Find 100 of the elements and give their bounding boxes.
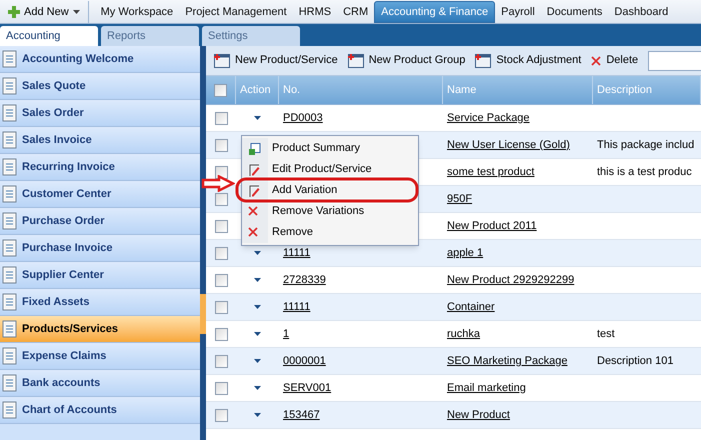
nav-tab[interactable]: CRM (337, 1, 374, 23)
row-checkbox[interactable] (214, 166, 228, 178)
delete-icon (591, 56, 602, 66)
dropdown-icon[interactable] (254, 278, 261, 282)
product-name-link[interactable]: Email marketing (447, 382, 526, 394)
product-name-link[interactable]: New User License (Gold) (447, 138, 570, 151)
product-name-link[interactable]: SEO Marketing Package (447, 354, 568, 367)
sub-tab[interactable]: Accounting (0, 26, 98, 46)
row-checkbox[interactable] (214, 328, 228, 340)
document-icon (2, 131, 18, 149)
window-icon (475, 54, 492, 68)
product-name-link[interactable]: Service Package (447, 112, 530, 124)
menu-item[interactable]: Remove (242, 222, 418, 243)
toolbar-button[interactable]: New Product/Service (214, 48, 338, 72)
delete-icon (248, 227, 258, 237)
document-icon (2, 266, 18, 284)
description-text: Description 101 (597, 354, 674, 367)
sidebar-item[interactable]: Chart of Accounts (0, 397, 200, 424)
product-number-link[interactable]: 0000001 (283, 354, 326, 367)
document-icon (2, 104, 18, 122)
document-icon (2, 239, 18, 257)
nav-tab[interactable]: Documents (540, 1, 608, 23)
description-text: This package includ (597, 138, 694, 151)
dropdown-icon[interactable] (254, 116, 261, 120)
document-icon (2, 320, 18, 338)
window-icon (348, 54, 364, 68)
add-new-button[interactable]: Add New (0, 1, 89, 23)
product-number-link[interactable]: PD0003 (283, 112, 323, 124)
document-icon (2, 185, 18, 203)
row-checkbox[interactable] (214, 274, 228, 286)
sidebar-item[interactable]: Purchase Invoice (0, 235, 200, 262)
product-name-link[interactable]: Container (447, 300, 495, 313)
product-name-link[interactable]: New Product 2929292299 (447, 274, 574, 286)
sidebar-item[interactable]: Sales Quote (0, 73, 200, 100)
nav-tab[interactable]: HRMS (292, 1, 338, 23)
nav-tab[interactable]: Project Management (179, 1, 293, 23)
row-checkbox[interactable] (214, 112, 228, 124)
product-number-link[interactable]: 1 (283, 328, 290, 340)
sidebar-item[interactable]: Expense Claims (0, 343, 200, 370)
product-name-link[interactable]: New Product (447, 408, 510, 421)
search-field[interactable] (648, 50, 701, 70)
product-name-link[interactable]: some test product (447, 166, 534, 178)
nav-tab[interactable]: Payroll (495, 1, 541, 23)
product-number-link[interactable]: 2728339 (283, 274, 326, 286)
nav-tab[interactable]: Accounting & Finance (374, 1, 496, 23)
row-checkbox[interactable] (214, 300, 228, 314)
sidebar-item[interactable]: Customer Center (0, 181, 200, 208)
sidebar-item[interactable]: Supplier Center (0, 262, 200, 289)
document-icon (2, 347, 18, 365)
dropdown-icon[interactable] (254, 251, 261, 255)
dropdown-icon[interactable] (254, 332, 261, 336)
document-icon (2, 401, 18, 419)
select-all-checkbox[interactable] (214, 84, 227, 96)
document-icon (2, 293, 18, 311)
dropdown-icon[interactable] (254, 305, 261, 309)
sidebar-item[interactable]: Purchase Order (0, 208, 200, 235)
dropdown-icon[interactable] (254, 386, 261, 390)
caret-icon (72, 10, 80, 14)
sidebar-item[interactable]: Bank accounts (0, 370, 200, 397)
product-name-link[interactable]: New Product 2011 (447, 220, 537, 232)
document-icon (2, 50, 18, 68)
document-icon (2, 158, 18, 176)
row-checkbox[interactable] (214, 382, 228, 394)
toolbar-button[interactable]: Delete (591, 48, 638, 72)
row-checkbox[interactable] (214, 192, 228, 206)
row-checkbox[interactable] (214, 138, 228, 152)
window-icon (214, 54, 230, 68)
sidebar-item[interactable]: Recurring Invoice (0, 154, 200, 181)
dropdown-icon[interactable] (254, 413, 261, 417)
sidebar-item[interactable]: Sales Invoice (0, 127, 200, 154)
sidebar-item[interactable]: Accounting Welcome (0, 46, 200, 73)
sidebar-item[interactable]: Sales Order (0, 100, 200, 127)
product-number-link[interactable]: SERV001 (283, 382, 332, 394)
nav-tab[interactable]: My Workspace (94, 1, 180, 23)
collapse-handle[interactable] (200, 294, 206, 334)
sidebar-item[interactable]: Products/Services (0, 316, 200, 343)
product-name-link[interactable]: 950F (447, 192, 472, 205)
description-text: test (597, 328, 615, 340)
delete-icon (248, 206, 258, 216)
description-text: this is a test produc (597, 166, 692, 178)
sidebar-item[interactable]: Fixed Assets (0, 289, 200, 316)
document-icon (2, 212, 18, 230)
toolbar-button[interactable]: New Product Group (348, 48, 466, 72)
row-checkbox[interactable] (214, 408, 228, 422)
sub-tab[interactable]: Reports (101, 26, 199, 46)
product-name-link[interactable]: ruchka (447, 328, 480, 340)
edit-icon (248, 185, 260, 198)
dropdown-icon[interactable] (254, 359, 261, 363)
product-number-link[interactable]: 11111 (283, 300, 310, 313)
product-number-link[interactable]: 153467 (283, 408, 320, 421)
nav-tab[interactable]: Dashboard (608, 1, 674, 23)
row-checkbox[interactable] (214, 246, 228, 260)
sub-tab[interactable]: Settings (202, 26, 300, 46)
document-icon (2, 374, 18, 392)
document-icon (2, 77, 18, 95)
product-number-link[interactable]: 11111 (283, 246, 310, 259)
toolbar-button[interactable]: Stock Adjustment (475, 48, 582, 72)
row-checkbox[interactable] (214, 220, 228, 232)
product-name-link[interactable]: apple 1 (447, 246, 484, 259)
row-checkbox[interactable] (214, 354, 228, 368)
